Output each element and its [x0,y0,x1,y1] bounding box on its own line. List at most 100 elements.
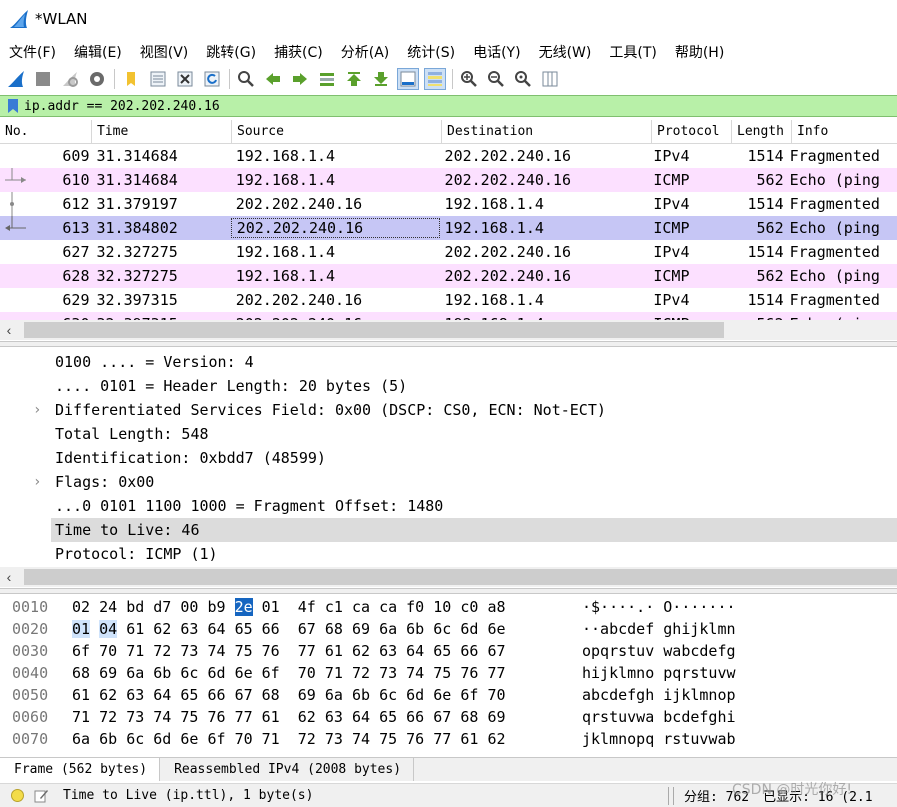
hex-byte[interactable]: 67 [235,686,253,704]
hex-byte[interactable]: bd [126,598,144,616]
detail-line[interactable]: 0100 .... = Version: 4 [0,350,897,374]
go-first-icon[interactable] [343,68,365,90]
hex-byte[interactable]: 72 [298,730,316,748]
hex-row[interactable]: 0060 71 72 73 74 75 76 77 61 62 63 64 65 … [0,706,897,728]
edit-comment-icon[interactable] [33,788,49,804]
hex-byte[interactable]: 63 [126,686,144,704]
hex-byte[interactable]: 6b [352,686,370,704]
hex-byte[interactable]: 6f [262,664,280,682]
hex-ascii[interactable]: abcdefgh ijklmnop [582,686,882,704]
hex-byte[interactable]: 6e [235,664,253,682]
hex-byte[interactable]: 6e [433,686,451,704]
hex-byte[interactable]: 10 [433,598,451,616]
hex-byte[interactable]: 6e [487,620,505,638]
hex-byte[interactable]: 6c [433,620,451,638]
hex-byte[interactable]: 6c [180,664,198,682]
hex-byte[interactable]: 6b [99,730,117,748]
hex-bytes[interactable]: 71 72 73 74 75 76 77 61 62 63 64 65 66 6… [72,708,582,726]
hex-byte[interactable]: 6f [460,686,478,704]
hex-byte[interactable]: 76 [262,642,280,660]
detail-line[interactable]: Identification: 0xbdd7 (48599) [0,446,897,470]
hex-byte[interactable]: 69 [298,686,316,704]
hex-byte[interactable]: 77 [487,664,505,682]
autoscroll-icon[interactable] [397,68,419,90]
start-capture-icon[interactable] [5,68,27,90]
tab-reassembled[interactable]: Reassembled IPv4 (2008 bytes) [160,758,415,781]
hex-byte[interactable]: 71 [325,664,343,682]
hex-byte[interactable]: 01 [72,620,91,638]
zoom-normal-icon[interactable] [512,68,534,90]
menu-edit[interactable]: 编辑(E) [65,42,131,62]
zoom-in-icon[interactable] [458,68,480,90]
menu-go[interactable]: 跳转(G) [197,42,265,62]
hex-byte[interactable]: 74 [153,708,171,726]
hex-byte[interactable]: 61 [262,708,280,726]
hex-byte[interactable]: 77 [235,708,253,726]
scroll-left-icon[interactable]: ‹ [0,569,18,585]
hex-byte[interactable]: 64 [352,708,370,726]
hex-byte[interactable]: 6a [379,620,397,638]
hex-byte[interactable]: 63 [379,642,397,660]
zoom-out-icon[interactable] [485,68,507,90]
menu-help[interactable]: 帮助(H) [666,42,733,62]
detail-line[interactable]: › Differentiated Services Field: 0x00 (DS… [0,398,897,422]
hex-bytes[interactable]: 01 04 61 62 63 64 65 66 67 68 69 6a 6b 6… [72,620,582,638]
hex-byte[interactable]: 6d [406,686,424,704]
hex-byte[interactable]: 04 [99,620,118,638]
scrollbar-thumb[interactable] [24,569,897,585]
hex-byte[interactable]: 71 [262,730,280,748]
hex-ascii[interactable]: qrstuvwa bcdefghi [582,708,882,726]
hex-byte[interactable]: 68 [72,664,90,682]
tab-frame[interactable]: Frame (562 bytes) [0,758,161,781]
pane-splitter[interactable] [0,588,897,594]
save-file-icon[interactable] [147,68,169,90]
hex-byte[interactable]: 62 [487,730,505,748]
column-header-info[interactable]: Info [792,120,897,143]
hex-byte[interactable]: 6b [153,664,171,682]
hex-byte[interactable]: 76 [207,708,225,726]
hex-row[interactable]: 0070 6a 6b 6c 6d 6e 6f 70 71 72 73 74 75 … [0,728,897,750]
stop-capture-icon[interactable] [32,68,54,90]
hex-byte[interactable]: 6e [180,730,198,748]
hex-byte[interactable]: 6c [379,686,397,704]
packet-row-selected[interactable]: 613 31.384802 202.202.240.16 192.168.1.4… [0,216,897,240]
hex-row[interactable]: 0030 6f 70 71 72 73 74 75 76 77 61 62 63 … [0,640,897,662]
hex-byte[interactable]: 66 [262,620,280,638]
hex-byte[interactable]: 72 [352,664,370,682]
detail-line[interactable]: Protocol: ICMP (1) [0,542,897,566]
menu-statistics[interactable]: 统计(S) [398,42,464,62]
hex-byte[interactable]: 6d [207,664,225,682]
hex-byte[interactable]: 64 [153,686,171,704]
hex-byte[interactable]: 69 [352,620,370,638]
packet-row[interactable]: 629 32.397315 202.202.240.16 192.168.1.4… [0,288,897,312]
reload-file-icon[interactable] [201,68,223,90]
hex-ascii[interactable]: ··abcdef ghijklmn [582,620,882,638]
hex-bytes[interactable]: 02 24 bd d7 00 b9 2e 01 4f c1 ca ca f0 1… [72,598,582,616]
go-to-packet-icon[interactable] [316,68,338,90]
hex-byte[interactable]: 61 [126,620,144,638]
hex-byte[interactable]: 75 [235,642,253,660]
packet-row[interactable]: 612 31.379197 202.202.240.16 192.168.1.4… [0,192,897,216]
expand-chevron-icon[interactable]: › [33,474,41,490]
hex-byte[interactable]: 6d [153,730,171,748]
column-header-length[interactable]: Length [732,120,792,143]
hex-byte[interactable]: c1 [325,598,343,616]
hex-byte[interactable]: 66 [207,686,225,704]
hex-byte[interactable]: 6a [325,686,343,704]
packet-row[interactable]: 610 31.314684 192.168.1.4 202.202.240.16… [0,168,897,192]
capture-options-icon[interactable] [86,68,108,90]
detail-line[interactable]: Total Length: 548 [0,422,897,446]
hex-bytes[interactable]: 6a 6b 6c 6d 6e 6f 70 71 72 73 74 75 76 7… [72,730,582,748]
hex-bytes[interactable]: 6f 70 71 72 73 74 75 76 77 61 62 63 64 6… [72,642,582,660]
hex-byte[interactable]: 6b [406,620,424,638]
hex-byte[interactable]: 65 [235,620,253,638]
hex-row[interactable]: 0040 68 69 6a 6b 6c 6d 6e 6f 70 71 72 73 … [0,662,897,684]
menu-file[interactable]: 文件(F) [0,42,65,62]
hex-byte[interactable]: 73 [126,708,144,726]
hex-byte[interactable]: 66 [406,708,424,726]
hex-byte[interactable]: 70 [487,686,505,704]
resize-columns-icon[interactable] [539,68,561,90]
packet-row[interactable]: 628 32.327275 192.168.1.4 202.202.240.16… [0,264,897,288]
hex-byte[interactable]: 75 [433,664,451,682]
hex-byte[interactable]: 67 [487,642,505,660]
